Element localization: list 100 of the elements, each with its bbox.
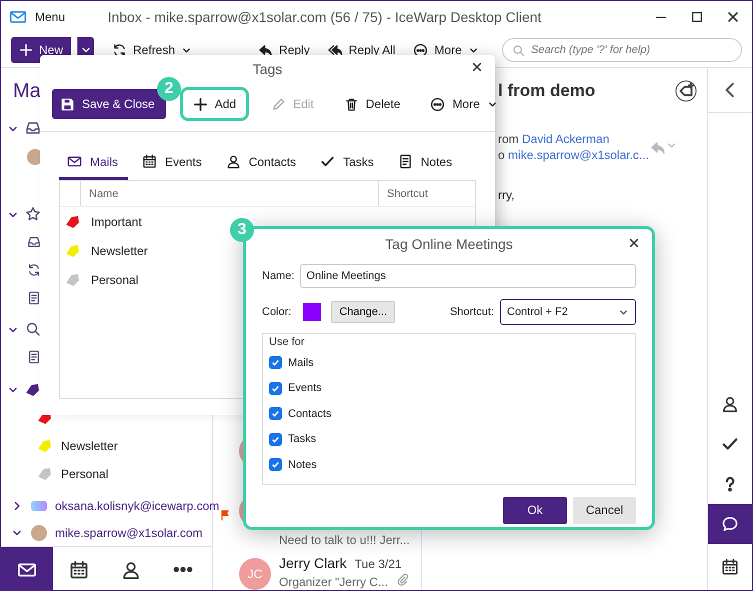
field-label: Name: <box>262 270 294 282</box>
maximize-icon[interactable] <box>690 10 704 24</box>
refresh-icon <box>27 262 41 276</box>
calendar-icon <box>69 560 89 580</box>
add-button[interactable]: Add <box>180 87 250 121</box>
message-subject: l from demo <box>498 81 596 101</box>
tag-label[interactable]: Newsletter <box>61 439 118 453</box>
tab[interactable]: Tasks <box>312 146 384 180</box>
search-field[interactable]: Search (type '?' for help) <box>502 38 742 62</box>
tab[interactable]: Contacts <box>218 146 306 180</box>
avatar <box>31 524 47 540</box>
person-icon <box>121 560 141 580</box>
inbox-icon <box>27 234 41 248</box>
delete-button[interactable]: Delete <box>336 89 408 119</box>
color-swatch[interactable] <box>303 303 322 321</box>
refresh-button[interactable]: Refresh <box>106 42 198 58</box>
save-button[interactable]: Save & Close <box>52 89 166 119</box>
checkbox[interactable] <box>269 432 282 446</box>
star-icon <box>25 206 41 222</box>
recipient-link[interactable]: mike.sparrow@x1solar.c... <box>508 148 649 162</box>
column-header[interactable]: Name <box>80 181 378 206</box>
note-icon <box>27 290 41 304</box>
plus-icon <box>19 43 33 57</box>
shortcut-dropdown[interactable]: Control + F2 <box>500 299 636 325</box>
person-icon <box>721 395 739 413</box>
close-icon[interactable] <box>726 10 740 24</box>
table-cell: Important <box>91 214 142 228</box>
checkbox[interactable] <box>269 407 282 420</box>
checkmark-icon <box>271 434 280 444</box>
more-button[interactable]: More <box>407 42 485 58</box>
close-icon <box>628 237 640 249</box>
refresh-icon <box>112 42 128 58</box>
field-label: Shortcut: <box>450 306 494 318</box>
trash-icon <box>344 96 359 112</box>
tag-icon <box>25 383 41 397</box>
tab[interactable]: Mails <box>59 146 128 180</box>
more-icon <box>430 96 446 112</box>
add-tag-icon[interactable] <box>675 80 697 102</box>
ok-button[interactable]: Ok <box>503 496 567 524</box>
field-label: Color: <box>262 306 292 318</box>
checkbox[interactable] <box>269 382 282 395</box>
more-icon <box>413 42 428 58</box>
sender-link[interactable]: David Ackerman <box>522 132 610 146</box>
envelope-icon <box>9 8 27 26</box>
person-icon <box>226 154 241 169</box>
sender-line: rom David Ackerman <box>498 132 610 146</box>
group-label: Use for <box>269 336 306 350</box>
dialog-title: Tag Online Meetings <box>385 236 513 252</box>
checkmark-icon <box>271 409 280 418</box>
table-cell: Personal <box>91 272 138 286</box>
checkbox[interactable] <box>269 458 282 472</box>
checkmark-icon <box>320 154 336 169</box>
calendar-icon <box>721 558 739 576</box>
tab[interactable]: Events <box>134 146 212 180</box>
paperclip-icon <box>396 573 409 586</box>
checkmark-icon <box>271 384 280 393</box>
tab[interactable]: Notes <box>390 146 462 180</box>
mail-nav-button[interactable] <box>1 547 53 591</box>
close-button[interactable] <box>628 237 640 249</box>
checkbox-label: Contacts <box>288 408 332 420</box>
checkbox-label: Tasks <box>288 433 316 446</box>
message-preview: Need to talk to u!!! Jerr... <box>279 533 410 547</box>
dialog-title: Tags <box>252 61 282 77</box>
note-icon <box>27 350 41 364</box>
pencil-icon <box>271 96 286 112</box>
tag-label[interactable]: Personal <box>61 467 108 481</box>
reply-all-icon <box>328 42 343 58</box>
more-icon[interactable] <box>173 567 193 572</box>
account-name[interactable]: oksana.kolisnyk@icewarp.com <box>55 498 220 512</box>
close-button[interactable] <box>471 61 483 73</box>
envelope-icon <box>67 154 82 169</box>
table-cell: Newsletter <box>91 244 148 258</box>
message-preview: Organizer "Jerry C... <box>279 575 388 589</box>
checkbox-label: Events <box>288 382 322 394</box>
flag-icon <box>219 509 231 521</box>
menu-button[interactable]: Menu <box>35 10 66 24</box>
column-header[interactable]: Shortcut <box>378 181 475 206</box>
reply-all-button[interactable]: Reply All <box>322 42 402 58</box>
inbox-icon <box>25 120 41 136</box>
name-field[interactable]: Online Meetings <box>300 264 636 288</box>
recipient-line: o mike.sparrow@x1solar.c... <box>498 148 649 162</box>
account-logo <box>31 500 47 510</box>
message-date: Tue 3/21 <box>354 557 402 571</box>
chat-bubble-icon <box>721 515 739 533</box>
chat-rail-button[interactable] <box>708 504 752 544</box>
account-name[interactable]: mike.sparrow@x1solar.com <box>55 526 203 540</box>
message-body: rry, <box>498 188 516 202</box>
cancel-button[interactable]: Cancel <box>573 496 636 524</box>
reply-icon <box>258 42 274 58</box>
change-button[interactable]: Change... <box>331 301 396 323</box>
search-icon <box>512 44 525 57</box>
reply-button[interactable]: Reply <box>252 42 316 58</box>
close-icon <box>471 61 483 73</box>
checkbox-label: Mails <box>288 356 314 369</box>
calendar-icon <box>142 154 158 169</box>
checkmark-icon <box>271 460 280 470</box>
note-icon <box>398 154 413 169</box>
checkbox-label: Notes <box>288 458 317 471</box>
plus-icon <box>192 96 208 112</box>
checkbox[interactable] <box>269 356 282 370</box>
